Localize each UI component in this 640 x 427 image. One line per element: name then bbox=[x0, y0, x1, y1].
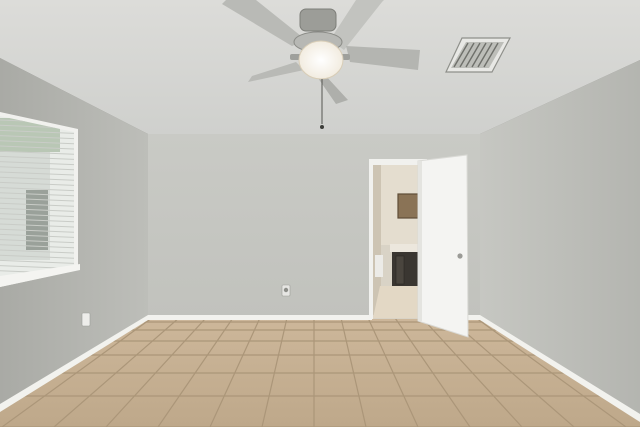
wall-outlet bbox=[81, 312, 91, 327]
room-photo bbox=[0, 0, 640, 427]
baseboard-back bbox=[148, 315, 372, 320]
fan-light-globe bbox=[298, 40, 344, 80]
floor-outlet bbox=[281, 284, 291, 297]
window-with-blinds bbox=[0, 112, 80, 287]
pull-chain[interactable] bbox=[320, 125, 324, 129]
open-door[interactable] bbox=[417, 154, 469, 338]
baseboard-back-right bbox=[468, 315, 480, 320]
bathroom-mirror bbox=[397, 193, 419, 219]
door-knob[interactable] bbox=[457, 253, 463, 259]
